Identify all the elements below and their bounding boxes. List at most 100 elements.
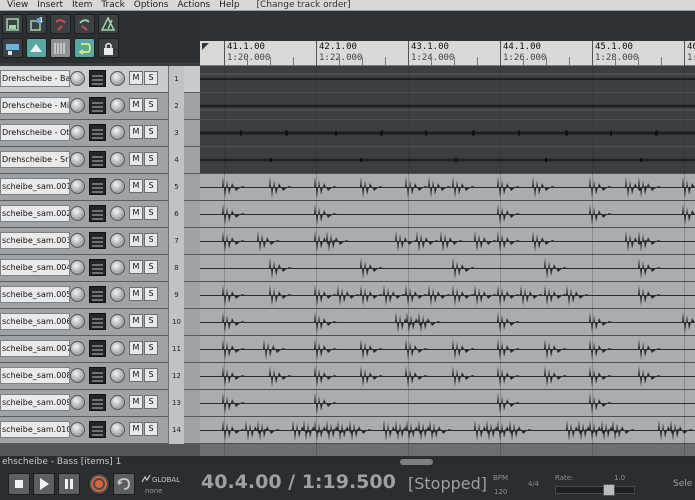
pan-knob[interactable] bbox=[110, 287, 125, 302]
redo-icon[interactable] bbox=[74, 14, 95, 34]
route-button[interactable] bbox=[89, 178, 106, 195]
pan-knob[interactable] bbox=[110, 368, 125, 383]
media-item-lane[interactable] bbox=[200, 255, 695, 282]
media-item-lane[interactable] bbox=[200, 390, 695, 417]
mute-button[interactable]: M bbox=[129, 71, 143, 85]
track-row[interactable]: scheibe_sam.009 M S 13 bbox=[0, 390, 200, 417]
menu-actions[interactable]: Actions bbox=[174, 0, 213, 10]
volume-knob[interactable] bbox=[70, 422, 85, 437]
play-button[interactable] bbox=[33, 473, 55, 495]
volume-knob[interactable] bbox=[70, 98, 85, 113]
route-button[interactable] bbox=[89, 421, 106, 438]
track-name[interactable]: scheibe_sam.008 bbox=[0, 367, 70, 384]
track-row[interactable]: scheibe_sam.008 M S 12 bbox=[0, 363, 200, 390]
snap-icon[interactable] bbox=[50, 38, 71, 58]
menu-track[interactable]: Track bbox=[98, 0, 128, 10]
repeat-button[interactable] bbox=[113, 473, 135, 495]
media-item-lane[interactable] bbox=[200, 66, 695, 93]
mute-button[interactable]: M bbox=[129, 395, 143, 409]
solo-button[interactable]: S bbox=[144, 125, 158, 139]
route-button[interactable] bbox=[89, 286, 106, 303]
menu-item[interactable]: Item bbox=[69, 0, 96, 10]
mute-button[interactable]: M bbox=[129, 152, 143, 166]
media-item-lane[interactable] bbox=[200, 93, 695, 120]
pan-knob[interactable] bbox=[110, 395, 125, 410]
track-name[interactable]: scheibe_sam.005 bbox=[0, 286, 70, 303]
rate-slider[interactable] bbox=[555, 486, 635, 494]
route-button[interactable] bbox=[89, 151, 106, 168]
track-name[interactable]: scheibe_sam.004 bbox=[0, 259, 70, 276]
menu-help[interactable]: Help bbox=[216, 0, 243, 10]
volume-knob[interactable] bbox=[70, 152, 85, 167]
track-row[interactable]: scheibe_sam.007 M S 11 bbox=[0, 336, 200, 363]
menu-insert[interactable]: Insert bbox=[34, 0, 66, 10]
route-button[interactable] bbox=[89, 394, 106, 411]
mute-button[interactable]: M bbox=[129, 422, 143, 436]
horizontal-scrollbar[interactable] bbox=[200, 456, 695, 468]
route-button[interactable] bbox=[89, 70, 106, 87]
mute-button[interactable]: M bbox=[129, 233, 143, 247]
global-automation-label[interactable]: GLOBAL bbox=[152, 476, 180, 484]
menu-options[interactable]: Options bbox=[131, 0, 172, 10]
media-item-lane[interactable] bbox=[200, 228, 695, 255]
route-button[interactable] bbox=[89, 367, 106, 384]
volume-knob[interactable] bbox=[70, 179, 85, 194]
route-button[interactable] bbox=[89, 313, 106, 330]
track-name[interactable]: scheibe_sam.007 bbox=[0, 340, 70, 357]
solo-button[interactable]: S bbox=[144, 368, 158, 382]
route-button[interactable] bbox=[89, 232, 106, 249]
solo-button[interactable]: S bbox=[144, 233, 158, 247]
media-item-lane[interactable] bbox=[200, 120, 695, 147]
pan-knob[interactable] bbox=[110, 206, 125, 221]
volume-knob[interactable] bbox=[70, 206, 85, 221]
track-name[interactable]: Drehscheibe - Sr bbox=[0, 151, 70, 168]
mute-button[interactable]: M bbox=[129, 287, 143, 301]
grid-icon[interactable] bbox=[2, 38, 23, 58]
track-row[interactable]: scheibe_sam.005 M S 9 bbox=[0, 282, 200, 309]
pan-knob[interactable] bbox=[110, 422, 125, 437]
stop-button[interactable] bbox=[8, 473, 30, 495]
mute-button[interactable]: M bbox=[129, 368, 143, 382]
solo-button[interactable]: S bbox=[144, 206, 158, 220]
mute-button[interactable]: M bbox=[129, 98, 143, 112]
volume-knob[interactable] bbox=[70, 233, 85, 248]
volume-knob[interactable] bbox=[70, 395, 85, 410]
solo-button[interactable]: S bbox=[144, 152, 158, 166]
record-button[interactable] bbox=[88, 473, 110, 495]
menu-view[interactable]: View bbox=[4, 0, 31, 10]
mute-button[interactable]: M bbox=[129, 260, 143, 274]
solo-button[interactable]: S bbox=[144, 341, 158, 355]
volume-knob[interactable] bbox=[70, 368, 85, 383]
mute-button[interactable]: M bbox=[129, 179, 143, 193]
pan-knob[interactable] bbox=[110, 179, 125, 194]
time-signature[interactable]: 4/4 bbox=[528, 480, 539, 488]
timeline-ruler[interactable]: 41.1.00 1:20.000 42.1.00 1:22.000 43.1.0… bbox=[200, 41, 695, 66]
track-name[interactable]: scheibe_sam.001 bbox=[0, 178, 70, 195]
track-row[interactable]: scheibe_sam.001 M S 5 bbox=[0, 174, 200, 201]
track-row[interactable]: scheibe_sam.002 M S 6 bbox=[0, 201, 200, 228]
pan-knob[interactable] bbox=[110, 152, 125, 167]
track-row[interactable]: scheibe_sam.004 M S 8 bbox=[0, 255, 200, 282]
route-button[interactable] bbox=[89, 259, 106, 276]
volume-knob[interactable] bbox=[70, 314, 85, 329]
track-name[interactable]: Drehscheibe - Ot bbox=[0, 124, 70, 141]
mute-button[interactable]: M bbox=[129, 125, 143, 139]
bpm-value[interactable]: 120 bbox=[494, 488, 507, 496]
volume-knob[interactable] bbox=[70, 71, 85, 86]
volume-knob[interactable] bbox=[70, 287, 85, 302]
media-item-lane[interactable] bbox=[200, 309, 695, 336]
solo-button[interactable]: S bbox=[144, 98, 158, 112]
loop-icon[interactable] bbox=[74, 38, 95, 58]
media-item-lane[interactable] bbox=[200, 201, 695, 228]
pan-knob[interactable] bbox=[110, 341, 125, 356]
ripple-icon[interactable] bbox=[26, 38, 47, 58]
metronome-icon[interactable] bbox=[98, 14, 119, 34]
media-item-lane[interactable] bbox=[200, 363, 695, 390]
pan-knob[interactable] bbox=[110, 125, 125, 140]
undo-icon[interactable] bbox=[50, 14, 71, 34]
scrollbar-thumb[interactable] bbox=[400, 459, 433, 465]
track-row[interactable]: Drehscheibe - Ot M S 3 bbox=[0, 120, 200, 147]
track-name[interactable]: Drehscheibe - Ba bbox=[0, 70, 70, 87]
track-name[interactable]: Drehscheibe - Mi bbox=[0, 97, 70, 114]
track-name[interactable]: scheibe_sam.006 bbox=[0, 313, 70, 330]
